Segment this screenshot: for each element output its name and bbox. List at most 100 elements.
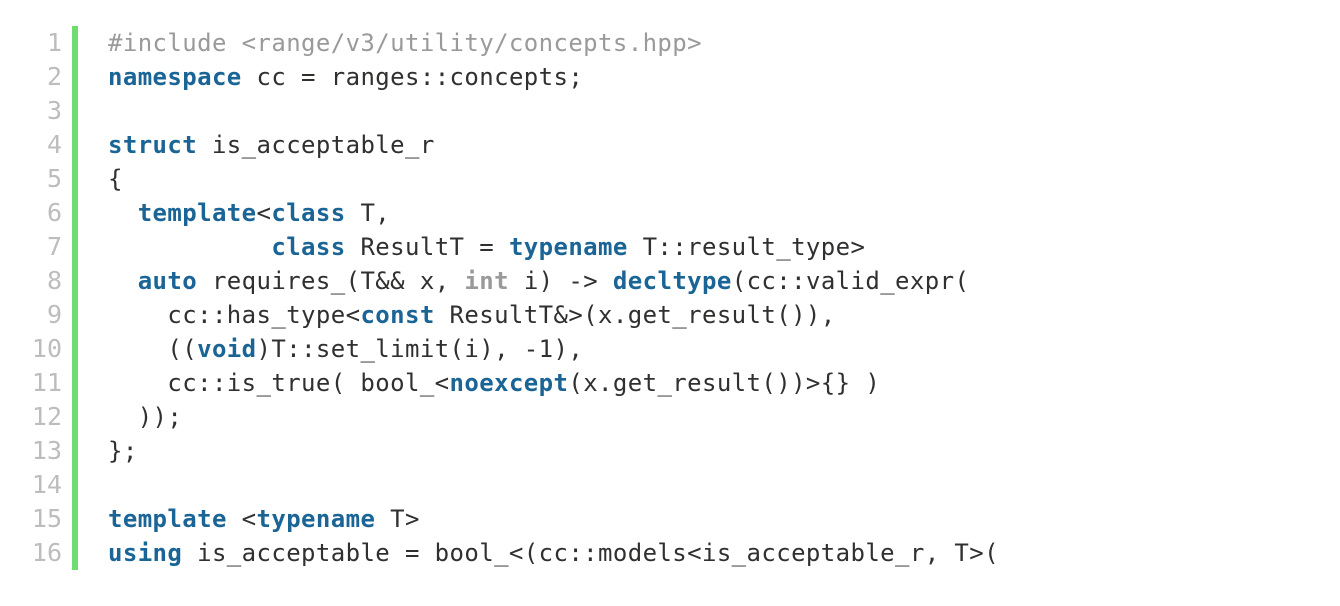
code-line-text[interactable]: #include <range/v3/utility/concepts.hpp>	[108, 26, 1340, 60]
line-number: 4	[46, 130, 62, 159]
gutter-change-marker	[72, 400, 78, 434]
gutter-change-marker	[72, 94, 78, 128]
gutter-change-marker	[72, 26, 78, 60]
code-token-plain: T>	[375, 505, 420, 533]
line-number: 2	[46, 62, 62, 91]
code-token-plain: cc::is_true( bool_<	[108, 369, 450, 397]
code-line[interactable]: 10 ((void)T::set_limit(i), -1),	[0, 332, 1340, 366]
gutter-change-marker	[72, 128, 78, 162]
code-line[interactable]: 6 template<class T,	[0, 196, 1340, 230]
code-line[interactable]: 5{	[0, 162, 1340, 196]
gutter-change-marker	[72, 230, 78, 264]
code-token-kw: template	[108, 505, 227, 533]
line-number: 12	[31, 402, 62, 431]
code-token-plain: cc = ranges::concepts;	[241, 63, 584, 91]
code-token-plain: i) ->	[508, 267, 613, 295]
gutter-change-marker	[72, 366, 78, 400]
line-number: 11	[31, 368, 62, 397]
code-line[interactable]: 7 class ResultT = typename T::result_typ…	[0, 230, 1340, 264]
code-line[interactable]: 8 auto requires_(T&& x, int i) -> declty…	[0, 264, 1340, 298]
code-token-kw: typename	[508, 233, 628, 261]
line-number: 7	[46, 232, 62, 261]
code-line-text[interactable]: class ResultT = typename T::result_type>	[108, 230, 1340, 264]
line-number: 13	[31, 436, 62, 465]
gutter-change-marker	[72, 264, 78, 298]
line-number: 14	[31, 470, 62, 499]
gutter-change-marker	[72, 162, 78, 196]
code-token-plain: ResultT =	[345, 233, 509, 261]
code-line-text[interactable]: using is_acceptable = bool_<(cc::models<…	[108, 536, 1340, 570]
gutter-change-marker	[72, 332, 78, 366]
code-token-kw: decltype	[612, 267, 732, 295]
code-line[interactable]: 11 cc::is_true( bool_<noexcept(x.get_res…	[0, 366, 1340, 400]
code-token-kw: noexcept	[449, 369, 569, 397]
code-token-kw: class	[271, 233, 346, 261]
code-token-plain: )T::set_limit(i), -1),	[256, 335, 584, 363]
gutter-change-marker	[72, 298, 78, 332]
code-token-kw: using	[108, 539, 183, 567]
code-line-text[interactable]: cc::is_true( bool_<noexcept(x.get_result…	[108, 366, 1340, 400]
code-token-kw: auto	[137, 267, 198, 295]
code-line[interactable]: 9 cc::has_type<const ResultT&>(x.get_res…	[0, 298, 1340, 332]
code-line-text[interactable]: struct is_acceptable_r	[108, 128, 1340, 162]
code-token-plain: <	[256, 199, 272, 227]
code-token-plain: ResultT&>(x.get_result()),	[434, 301, 836, 329]
code-token-plain: (x.get_result())>{} )	[568, 369, 881, 397]
code-line-text[interactable]: auto requires_(T&& x, int i) -> decltype…	[108, 264, 1340, 298]
line-number: 5	[46, 164, 62, 193]
code-line-text[interactable]: template <typename T>	[108, 502, 1340, 536]
gutter-change-marker	[72, 196, 78, 230]
code-line-text[interactable]: };	[108, 434, 1340, 468]
code-line[interactable]: 2 namespace cc = ranges::concepts;	[0, 60, 1340, 94]
code-token-kw: const	[360, 301, 435, 329]
line-number: 16	[31, 538, 62, 567]
code-token-plain: is_acceptable_r	[197, 131, 435, 159]
gutter-change-marker	[72, 502, 78, 536]
code-line[interactable]: 12 ));	[0, 400, 1340, 434]
line-number: 9	[46, 300, 62, 329]
code-line-text[interactable]: ((void)T::set_limit(i), -1),	[108, 332, 1340, 366]
code-line[interactable]: 3	[0, 94, 1340, 128]
code-token-plain: ));	[108, 403, 183, 431]
code-line-text[interactable]: namespace cc = ranges::concepts;	[108, 60, 1340, 94]
line-number: 6	[46, 198, 62, 227]
code-token-kw: namespace	[108, 63, 242, 91]
code-line[interactable]: 1 #include <range/v3/utility/concepts.hpp…	[0, 26, 1340, 60]
code-line-text[interactable]: template<class T,	[108, 196, 1340, 230]
code-token-kw: void	[197, 335, 257, 363]
line-number: 10	[31, 334, 62, 363]
code-line-text[interactable]	[108, 468, 1340, 502]
line-number: 1	[46, 28, 62, 57]
code-token-kw: struct	[108, 131, 198, 159]
code-line-text[interactable]: ));	[108, 400, 1340, 434]
code-token-plain: ((	[108, 335, 198, 363]
code-token-plain: cc::has_type<	[108, 301, 361, 329]
code-token-plain: T::result_type>	[627, 233, 866, 261]
code-line[interactable]: 13};	[0, 434, 1340, 468]
line-number: 8	[46, 266, 62, 295]
code-token-kw: template	[137, 199, 257, 227]
code-token-plain: requires_(T&& x,	[197, 267, 465, 295]
code-line-text[interactable]: {	[108, 162, 1340, 196]
code-line[interactable]: 4 struct is_acceptable_r	[0, 128, 1340, 162]
code-line[interactable]: 16 using is_acceptable = bool_<(cc::model…	[0, 536, 1340, 570]
code-token-plain: is_acceptable = bool_<(cc::models<is_acc…	[182, 539, 999, 567]
code-line-text[interactable]	[108, 94, 1340, 128]
code-token-pre: #include <range/v3/utility/concepts.hpp>	[108, 29, 702, 57]
code-token-plain: };	[108, 437, 138, 465]
code-line[interactable]: 14	[0, 468, 1340, 502]
gutter-change-marker	[72, 468, 78, 502]
code-token-plain: <	[226, 505, 257, 533]
code-line-text[interactable]: cc::has_type<const ResultT&>(x.get_resul…	[108, 298, 1340, 332]
code-line[interactable]: 15 template <typename T>	[0, 502, 1340, 536]
line-number: 3	[46, 96, 62, 125]
code-block[interactable]: 1 #include <range/v3/utility/concepts.hpp…	[0, 0, 1340, 606]
code-token-plain: {	[108, 165, 123, 193]
code-token-kw: typename	[256, 505, 376, 533]
gutter-change-marker	[72, 60, 78, 94]
gutter-change-marker	[72, 434, 78, 468]
code-token-plain: (cc::valid_expr(	[731, 267, 970, 295]
